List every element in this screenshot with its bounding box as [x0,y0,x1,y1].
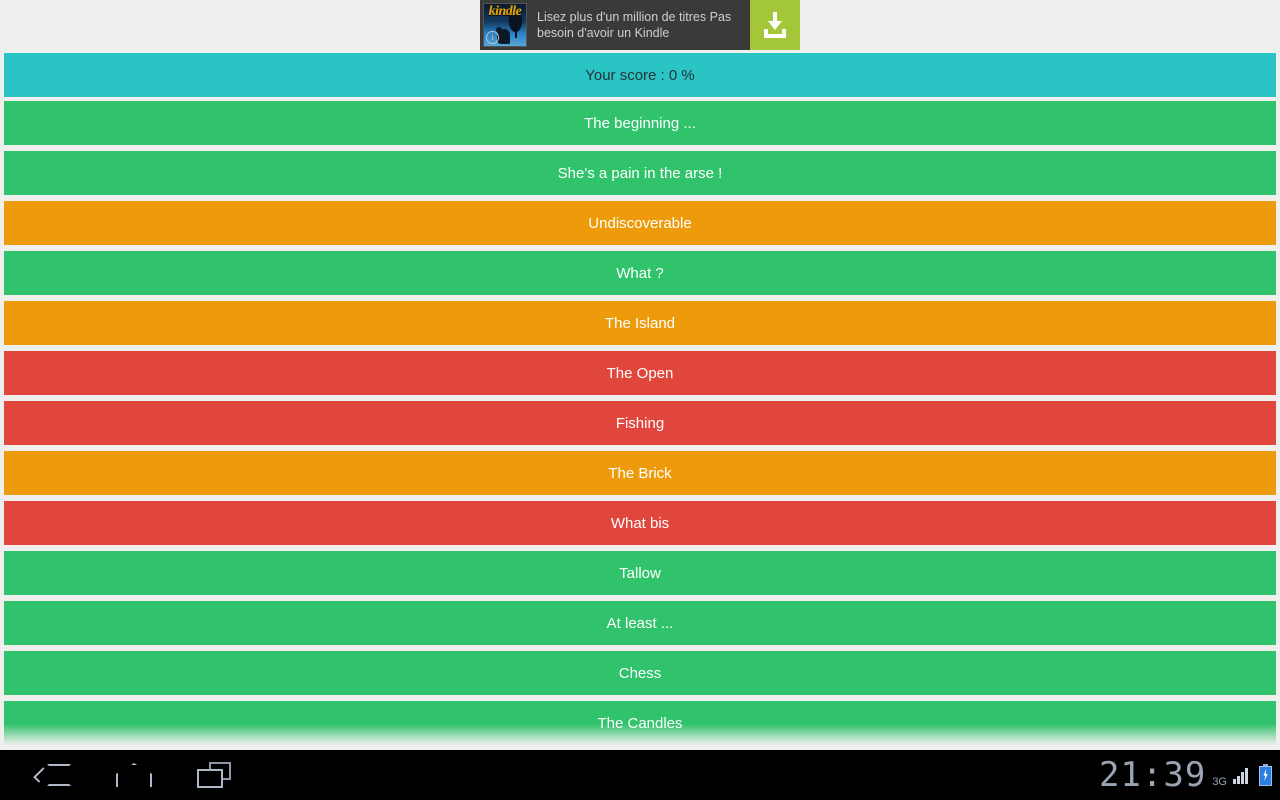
list-item-label: Tallow [619,564,661,582]
list-item-label: The Island [604,314,676,332]
android-screen: kindle i Lisez plus d'un million de titr… [0,0,1280,800]
list-item-label: Chess [618,664,662,682]
back-button[interactable] [14,750,94,800]
list-item-label: What bis [610,514,670,532]
score-label: Your score : 0 % [585,66,695,84]
list-item[interactable]: Tallow [4,551,1276,595]
list-item-label: At least ... [606,614,674,632]
ad-text: Lisez plus d'un million de titres Pas be… [537,10,732,40]
ad-download-button[interactable] [750,0,800,50]
ad-strip: kindle i Lisez plus d'un million de titr… [0,0,1280,50]
list-item-label: Fishing [615,414,665,432]
list-item[interactable]: The Candles [4,701,1276,745]
list-item[interactable]: Chess [4,651,1276,695]
status-area: 21:39 3G [1099,750,1272,800]
list-item[interactable]: What bis [4,501,1276,545]
recent-apps-icon [197,762,231,788]
list-item[interactable]: She's a pain in the arse ! [4,151,1276,195]
list-item-label: The Brick [608,464,672,482]
home-button[interactable] [94,750,174,800]
list-item-label: Undiscoverable [588,214,692,232]
back-arrow-icon [33,763,71,787]
kindle-app-icon: kindle i [483,3,527,47]
info-icon[interactable]: i [486,31,499,44]
list-item-label: The Candles [597,714,683,732]
list-item[interactable]: The Open [4,351,1276,395]
network-type-label: 3G [1212,776,1227,788]
quiz-list[interactable]: The beginning ... She's a pain in the ar… [4,101,1276,750]
clock[interactable]: 21:39 [1099,758,1206,792]
signal-bars-icon [1233,766,1253,784]
list-item[interactable]: The beginning ... [4,101,1276,145]
nav-button-group [14,750,254,800]
score-bar[interactable]: Your score : 0 % [4,53,1276,97]
list-item[interactable]: Undiscoverable [4,201,1276,245]
home-icon [116,763,152,787]
list-item[interactable]: What ? [4,251,1276,295]
list-item-label: What ? [616,264,664,282]
recent-apps-button[interactable] [174,750,254,800]
list-item[interactable]: At least ... [4,601,1276,645]
list-item[interactable]: Fishing [4,401,1276,445]
list-item-label: She's a pain in the arse ! [557,164,723,182]
battery-charging-icon [1259,764,1272,786]
android-navigation-bar: 21:39 3G [0,750,1280,800]
download-icon [761,11,789,39]
list-item[interactable]: The Brick [4,451,1276,495]
list-item[interactable]: The Island [4,301,1276,345]
list-item-label: The beginning ... [584,114,696,132]
ad-banner[interactable]: kindle i Lisez plus d'un million de titr… [480,0,800,50]
list-item-label: The Open [606,364,674,382]
tree-trunk-icon [515,26,517,38]
